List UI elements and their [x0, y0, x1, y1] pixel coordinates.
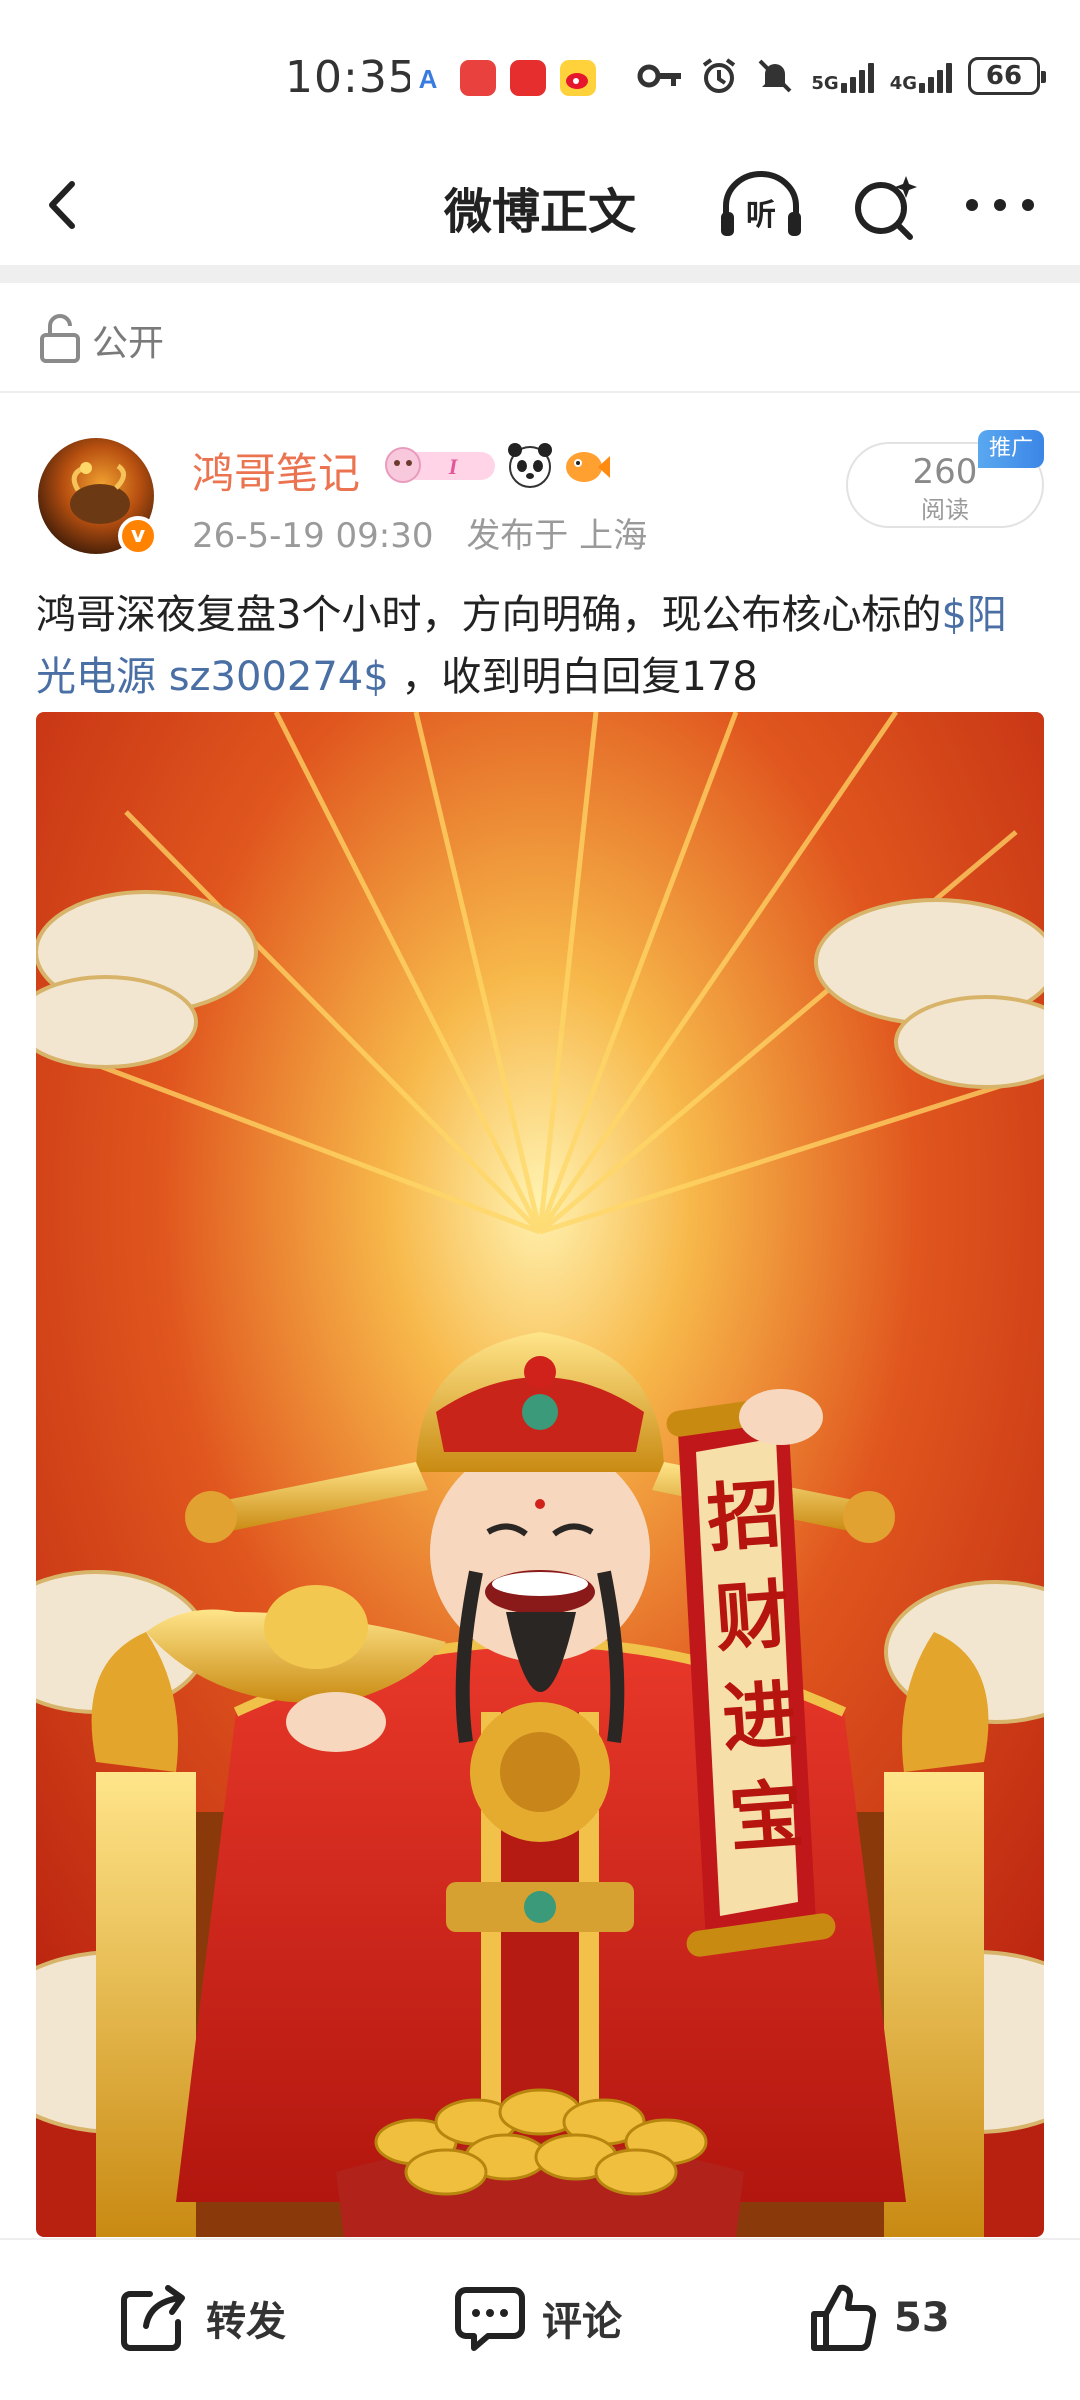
- privacy-label: 公开: [92, 323, 165, 364]
- status-bar: 10:35 A 5G 4G 66: [0, 0, 1080, 150]
- promo-tag: 推广: [978, 430, 1044, 468]
- comment-button[interactable]: 评论: [452, 2278, 622, 2358]
- network-4g-label: 4G: [889, 73, 917, 94]
- read-label: 阅读: [921, 496, 969, 524]
- battery-icon: 66: [968, 57, 1046, 95]
- scroll-char-4: 宝: [727, 1775, 807, 1862]
- post-image[interactable]: 招 财 进 宝: [36, 712, 1044, 2237]
- key-icon: [637, 64, 682, 88]
- verified-badge-icon: v: [118, 516, 158, 556]
- repost-label: 转发: [206, 2299, 286, 2345]
- signal-icon-2: [919, 59, 952, 93]
- network-5g-label: 5G: [811, 73, 839, 94]
- top-navbar: 微博正文 听: [0, 150, 1080, 265]
- post-meta: 26-5-19 09:30 发布于 上海: [192, 508, 647, 557]
- avatar[interactable]: v: [38, 438, 158, 556]
- scroll-char-2: 财: [713, 1575, 793, 1662]
- like-count: 53: [894, 2295, 950, 2341]
- section-divider: [0, 265, 1080, 283]
- a-app-icon: A: [410, 60, 446, 96]
- like-button[interactable]: 53: [804, 2278, 950, 2358]
- weibo-app-icon: [560, 60, 596, 96]
- privacy-row: 公开: [0, 283, 1080, 393]
- bottom-action-bar: 转发 评论 53: [0, 2238, 1080, 2400]
- scroll-char-1: 招: [705, 1475, 785, 1562]
- svg-text:A: A: [419, 64, 438, 94]
- repost-button[interactable]: 转发: [116, 2278, 286, 2358]
- post-timestamp: 26-5-19 09:30: [192, 516, 434, 556]
- signal-icon-1: [840, 59, 874, 93]
- thumbs-up-icon: [811, 2284, 877, 2351]
- listen-label: 听: [746, 198, 776, 233]
- post-text-part2: ，收到明白回复178: [388, 654, 758, 700]
- listen-button[interactable]: 听: [718, 168, 804, 244]
- scroll-char-3: 进: [720, 1675, 800, 1762]
- more-icon[interactable]: [960, 180, 1040, 230]
- status-right-group: 5G 4G 66: [637, 56, 1046, 96]
- post-text-part1: 鸿哥深夜复盘3个小时，方向明确，现公布核心标的: [36, 592, 942, 638]
- huawei-store-icon: [460, 60, 496, 96]
- alarm-icon: [703, 58, 736, 93]
- comment-label: 评论: [542, 2299, 622, 2345]
- search-icon[interactable]: [846, 168, 926, 248]
- repost-icon: [121, 2285, 185, 2351]
- red-app-icon: [510, 60, 546, 96]
- unlock-icon: [40, 314, 80, 363]
- post-location: 发布于 上海: [466, 516, 648, 556]
- user-level-badge-icon[interactable]: I: [385, 446, 497, 484]
- author-name[interactable]: 鸿哥笔记: [192, 440, 360, 501]
- mute-icon: [758, 59, 792, 93]
- comment-icon: [455, 2287, 525, 2351]
- post-body: 鸿哥深夜复盘3个小时，方向明确，现公布核心标的$阳光电源 sz300274$ ，…: [36, 584, 1046, 708]
- fish-badge-icon[interactable]: [562, 440, 612, 490]
- status-time: 10:35: [285, 52, 417, 103]
- god-of-wealth-illustration: 招 财 进 宝: [36, 712, 1044, 2237]
- panda-badge-icon[interactable]: [505, 440, 555, 490]
- badge-letter: I: [448, 454, 459, 479]
